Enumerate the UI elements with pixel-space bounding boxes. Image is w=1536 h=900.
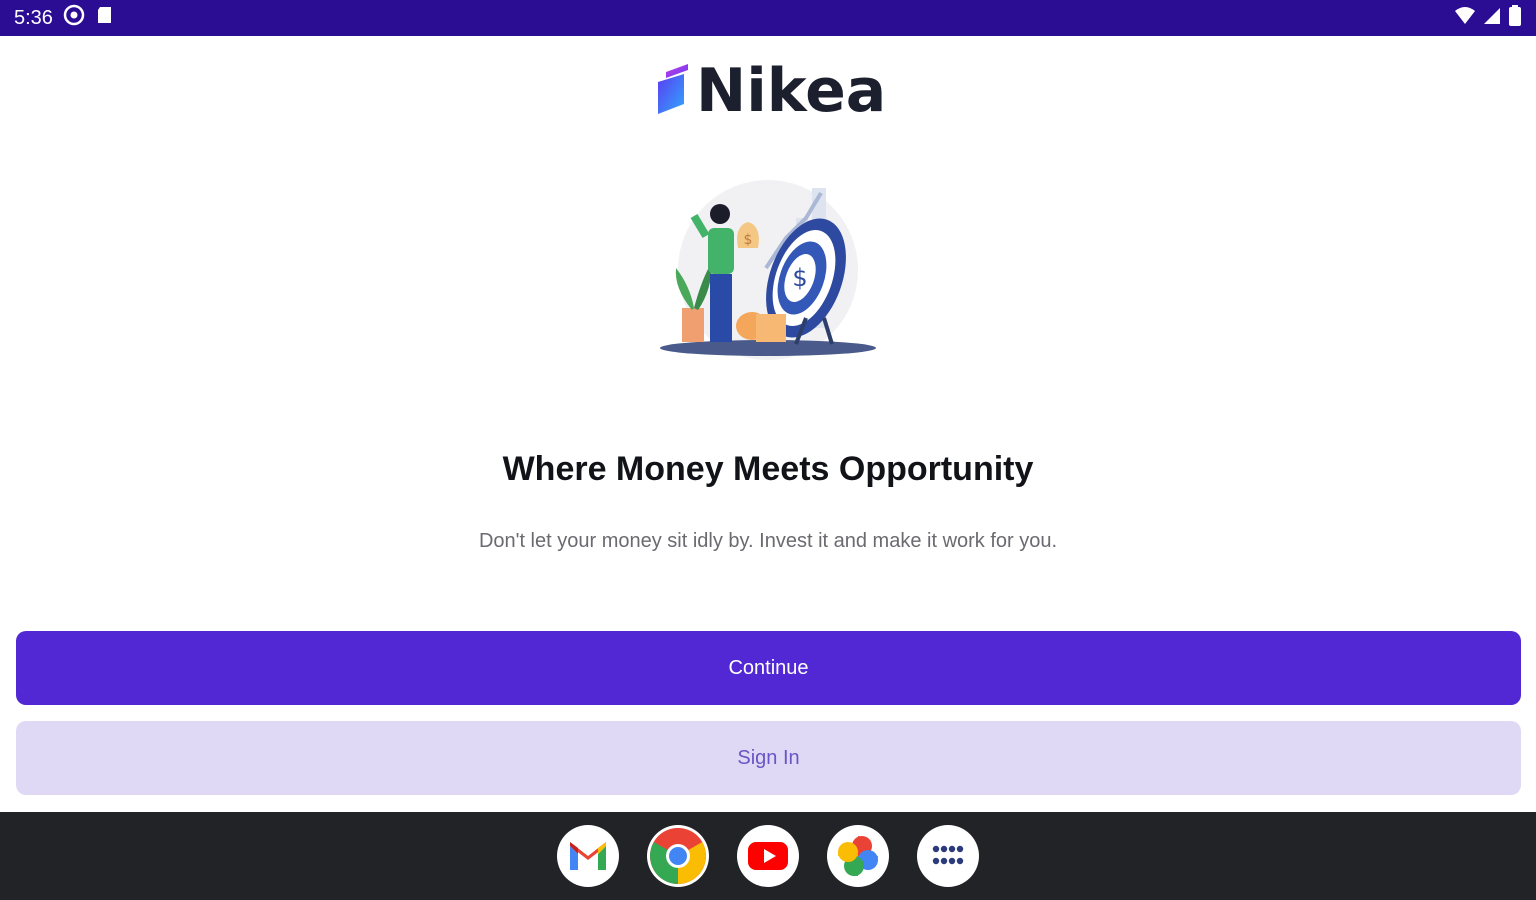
battery-icon [1508, 4, 1522, 32]
wifi-icon [1454, 6, 1476, 31]
settings-gear-icon [63, 4, 85, 32]
status-time: 5:36 [14, 6, 53, 29]
nikea-logo-mark-icon [652, 58, 690, 123]
taskbar-dock [0, 812, 1536, 900]
app-name: Nikea [696, 55, 887, 126]
sd-card-icon [95, 5, 115, 31]
svg-text:$: $ [792, 264, 807, 292]
status-left: 5:36 [14, 4, 115, 32]
photos-icon[interactable] [827, 825, 889, 887]
cell-signal-icon [1482, 6, 1502, 31]
status-bar: 5:36 [0, 0, 1536, 36]
page-headline: Where Money Meets Opportunity [502, 450, 1034, 488]
youtube-icon[interactable] [737, 825, 799, 887]
page-subhead: Don't let your money sit idly by. Invest… [478, 530, 1058, 552]
chrome-icon[interactable] [647, 825, 709, 887]
app-drawer-icon[interactable] [917, 825, 979, 887]
continue-button[interactable]: Continue [16, 631, 1521, 705]
app-logo: Nikea [652, 58, 886, 123]
gmail-icon[interactable] [557, 825, 619, 887]
sign-in-button[interactable]: Sign In [16, 721, 1521, 795]
status-right [1454, 4, 1522, 32]
hero-illustration: $ $ [656, 178, 880, 360]
svg-text:$: $ [744, 232, 753, 248]
